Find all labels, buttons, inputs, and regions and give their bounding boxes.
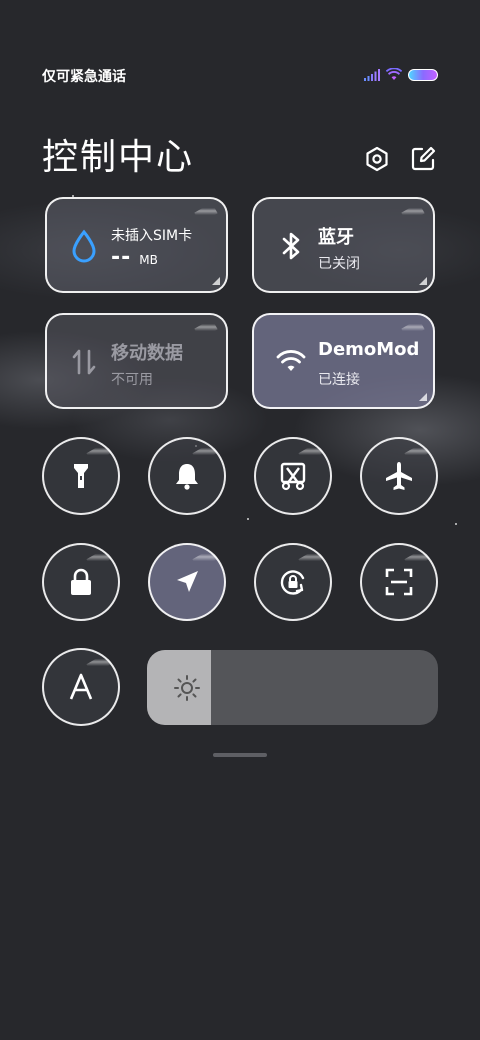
toggle-shine bbox=[86, 442, 112, 464]
wifi-icon bbox=[276, 350, 306, 371]
location-arrow-icon bbox=[177, 571, 198, 592]
data-usage-tile[interactable]: 未插入SIM卡 -- MB bbox=[45, 197, 228, 293]
bluetooth-icon bbox=[282, 232, 300, 260]
rotation-lock-icon bbox=[280, 570, 305, 595]
toggle-shine bbox=[192, 442, 218, 464]
expand-corner-icon[interactable] bbox=[212, 277, 220, 285]
sun-icon bbox=[174, 675, 200, 701]
data-usage-value: -- bbox=[111, 245, 132, 270]
bell-icon bbox=[176, 464, 198, 490]
mobile-data-tile[interactable]: 移动数据 不可用 bbox=[45, 313, 228, 409]
wifi-status: 已连接 bbox=[318, 372, 360, 388]
water-drop-icon bbox=[72, 229, 96, 263]
brightness-slider[interactable] bbox=[147, 650, 438, 725]
auto-brightness-toggle[interactable] bbox=[42, 648, 120, 726]
tile-shine bbox=[194, 318, 218, 340]
airplane-mode-toggle[interactable] bbox=[360, 437, 438, 515]
toggle-shine bbox=[404, 442, 430, 464]
toggle-shine bbox=[404, 548, 430, 570]
airplane-icon bbox=[386, 462, 412, 490]
toggle-shine bbox=[298, 442, 324, 464]
bluetooth-status: 已关闭 bbox=[318, 256, 360, 272]
wifi-tile[interactable]: DemoMod 已连接 bbox=[252, 313, 435, 409]
expand-corner-icon[interactable] bbox=[419, 393, 427, 401]
tile-shine bbox=[401, 202, 425, 224]
wifi-network-name: DemoMod bbox=[318, 339, 420, 360]
lock-icon bbox=[71, 568, 91, 595]
scissors-screenshot-icon bbox=[280, 462, 306, 491]
flashlight-toggle[interactable] bbox=[42, 437, 120, 515]
data-usage-unit: MB bbox=[139, 253, 158, 267]
toggle-shine bbox=[192, 548, 218, 570]
bluetooth-title: 蓝牙 bbox=[318, 227, 354, 248]
scanner-toggle[interactable] bbox=[360, 543, 438, 621]
status-bar: 仅可紧急通话 bbox=[42, 66, 438, 86]
page-title: 控制中心 bbox=[42, 137, 195, 178]
battery-icon bbox=[408, 68, 438, 81]
signal-icon bbox=[364, 68, 380, 81]
auto-letter-a-icon bbox=[69, 673, 93, 700]
toggle-shine bbox=[86, 548, 112, 570]
mobile-data-title: 移动数据 bbox=[111, 343, 183, 364]
rotation-lock-toggle[interactable] bbox=[254, 543, 332, 621]
data-usage-title: 未插入SIM卡 bbox=[111, 228, 193, 244]
drag-handle[interactable] bbox=[213, 753, 267, 757]
mobile-data-status: 不可用 bbox=[111, 372, 153, 388]
edit-icon[interactable] bbox=[410, 146, 436, 172]
expand-corner-icon[interactable] bbox=[419, 277, 427, 285]
star-decoration bbox=[247, 518, 249, 520]
scan-frame-icon bbox=[385, 568, 413, 596]
toggle-shine bbox=[86, 653, 112, 675]
data-usage-reading: -- MB bbox=[111, 245, 158, 270]
carrier-status: 仅可紧急通话 bbox=[42, 69, 126, 85]
star-decoration bbox=[455, 523, 457, 525]
mute-toggle[interactable] bbox=[148, 437, 226, 515]
screenshot-toggle[interactable] bbox=[254, 437, 332, 515]
lock-screen-toggle[interactable] bbox=[42, 543, 120, 621]
bluetooth-tile[interactable]: 蓝牙 已关闭 bbox=[252, 197, 435, 293]
tile-shine bbox=[401, 318, 425, 340]
data-arrows-icon bbox=[72, 349, 96, 375]
toggle-shine bbox=[298, 548, 324, 570]
flashlight-icon bbox=[74, 464, 88, 488]
status-icons bbox=[364, 68, 438, 81]
tile-shine bbox=[194, 202, 218, 224]
wifi-status-icon bbox=[386, 68, 402, 80]
location-toggle[interactable] bbox=[148, 543, 226, 621]
settings-icon[interactable] bbox=[364, 146, 390, 172]
